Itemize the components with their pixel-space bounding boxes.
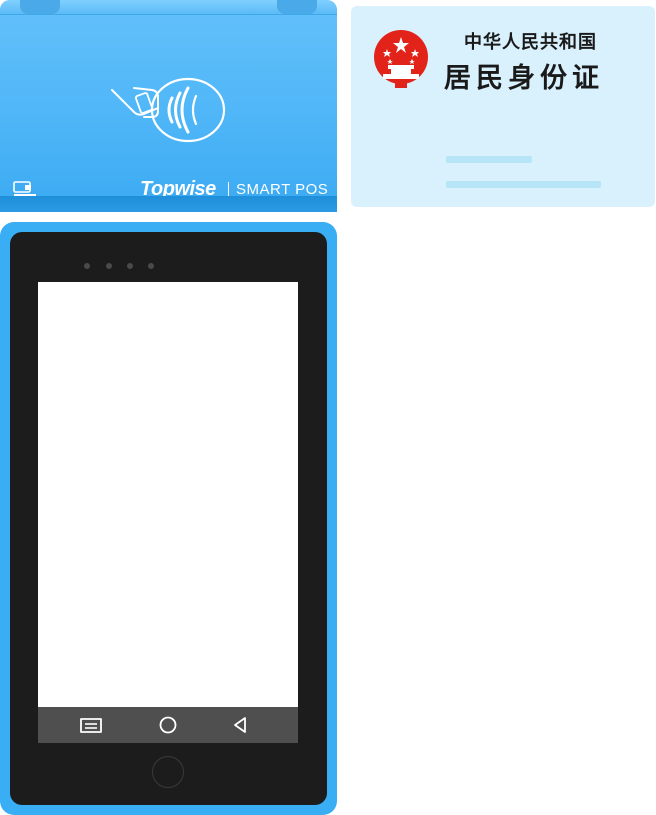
- menu-icon: [80, 718, 102, 733]
- pos-terminal: Topwise SMART POS: [0, 0, 337, 815]
- sensor-dot: [106, 263, 112, 269]
- sensor-dot: [84, 263, 90, 269]
- brand-separator: [228, 182, 229, 197]
- card-country-title: 中华人民共和国: [464, 32, 597, 53]
- home-circle-icon: [159, 716, 177, 734]
- contactless-tap-icon: [111, 77, 226, 143]
- id-card: 中华人民共和国 居民身份证: [351, 6, 655, 207]
- printer-tab-left: [20, 0, 60, 14]
- card-placeholder-bar: [446, 156, 532, 163]
- menu-button[interactable]: [71, 707, 111, 743]
- printer-tab-right: [277, 0, 317, 14]
- home-button[interactable]: [148, 707, 188, 743]
- card-document-title: 居民身份证: [444, 63, 604, 94]
- fingerprint-home-key[interactable]: [152, 756, 184, 788]
- pos-screen[interactable]: [38, 282, 298, 707]
- back-triangle-icon: [234, 717, 246, 733]
- national-emblem-icon: [374, 30, 428, 88]
- pos-printer-head: Topwise SMART POS: [0, 0, 337, 212]
- sensor-dot: [148, 263, 154, 269]
- card-placeholder-bar: [446, 181, 601, 188]
- printer-seam: [0, 196, 337, 212]
- android-nav-bar: [38, 707, 298, 743]
- back-button[interactable]: [220, 707, 260, 743]
- sensor-dot: [127, 263, 133, 269]
